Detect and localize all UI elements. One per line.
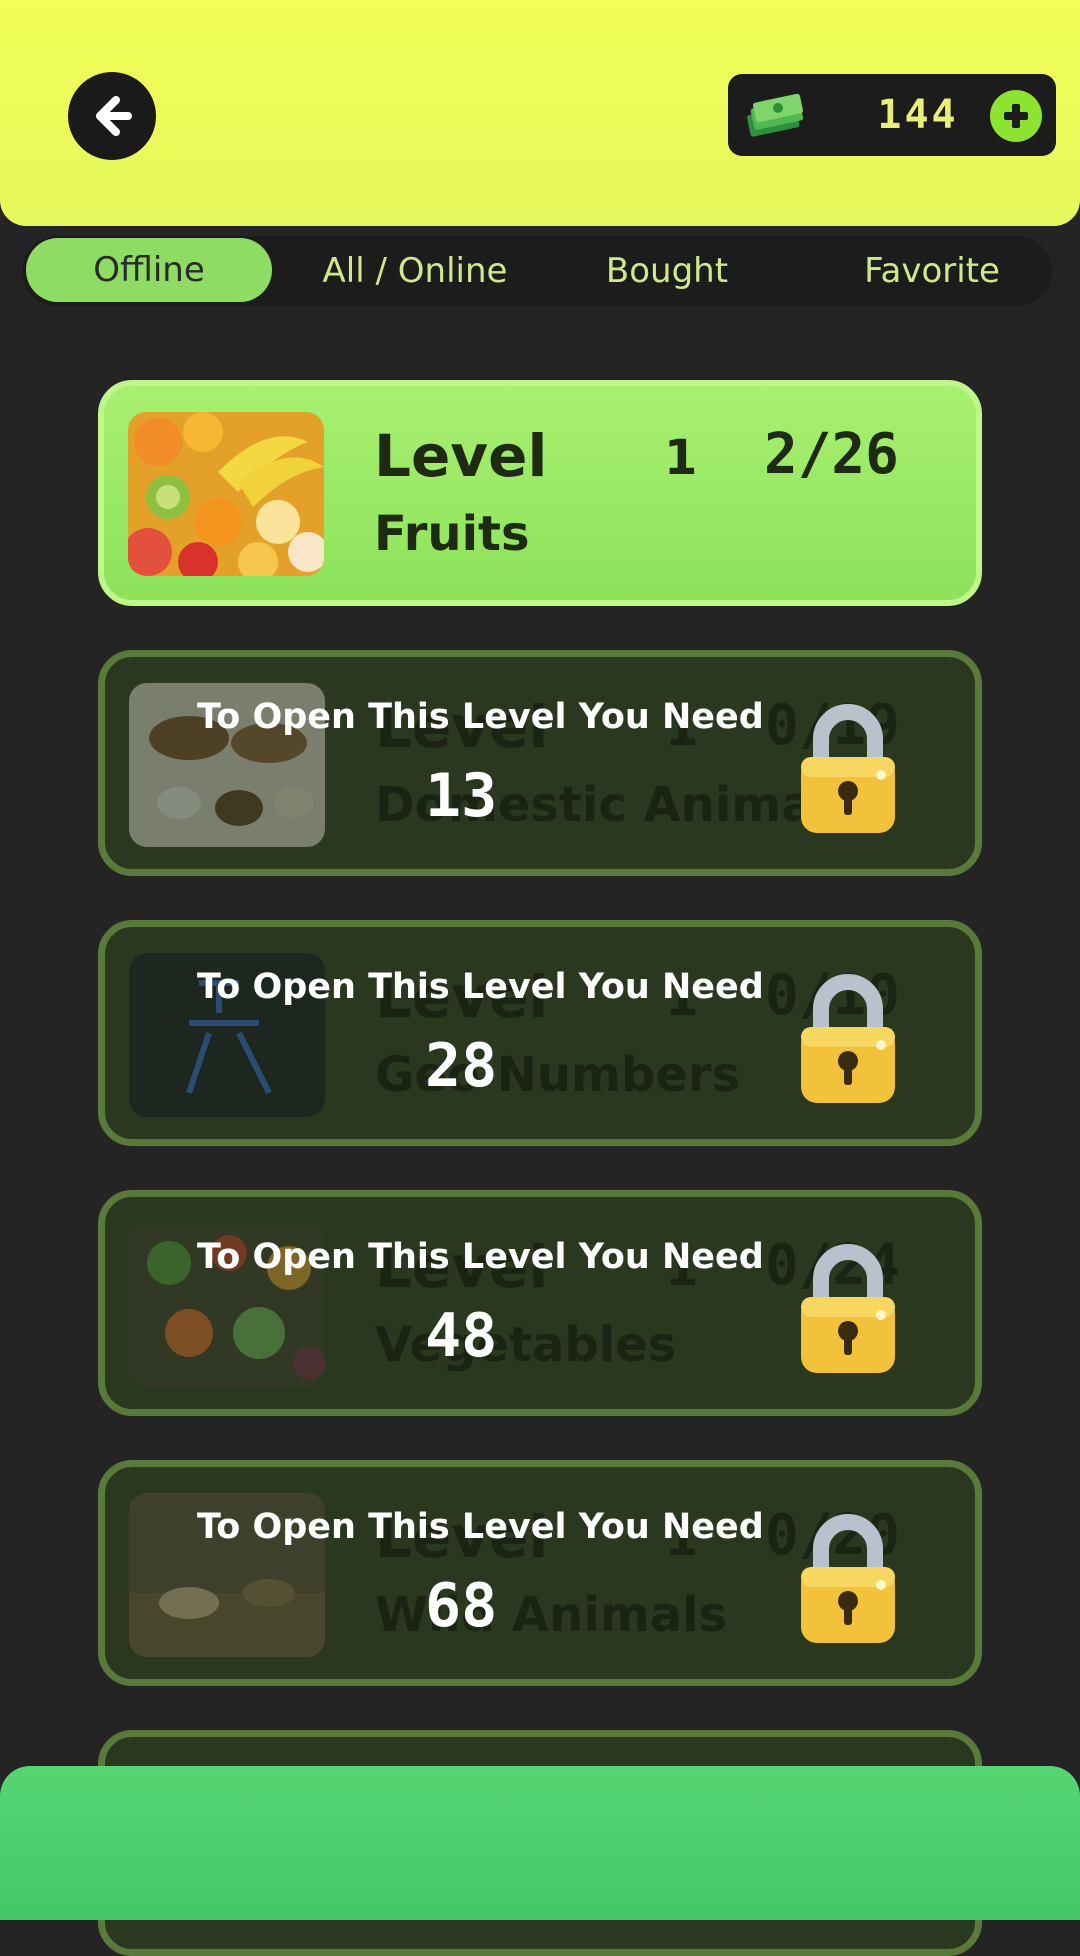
tab-all-online[interactable]: All / Online <box>290 236 540 306</box>
level-card-fruits[interactable]: Level 1 2/26 Fruits <box>98 380 982 606</box>
unlock-requirement-label: To Open This Level You Need <box>197 1507 764 1547</box>
plus-icon <box>1004 104 1028 128</box>
level-number: 1 <box>664 430 698 486</box>
level-label: Level <box>374 422 548 490</box>
currency-amount: 144 <box>877 92 959 138</box>
cash-stack-icon <box>747 93 804 137</box>
level-name: Fruits <box>374 506 530 562</box>
level-progress: 2/26 <box>764 422 899 487</box>
unlock-requirement-count: 13 <box>425 761 498 831</box>
currency-panel: 144 <box>728 74 1056 156</box>
add-currency-button[interactable] <box>990 90 1042 142</box>
padlock-icon <box>801 1244 895 1373</box>
padlock-icon <box>801 974 895 1103</box>
unlock-requirement-count: 68 <box>425 1571 498 1641</box>
bottom-bar <box>0 1766 1080 1920</box>
unlock-requirement-count: 28 <box>425 1031 498 1101</box>
top-bar: 144 <box>0 0 1080 226</box>
unlock-requirement-label: To Open This Level You Need <box>197 697 764 737</box>
fruits-thumbnail <box>128 412 324 576</box>
unlock-requirement-label: To Open This Level You Need <box>197 967 764 1007</box>
arrow-left-icon <box>96 96 132 136</box>
unlock-requirement-count: 48 <box>425 1301 498 1371</box>
level-card-domestic-animals[interactable]: Level 1 0/19 Domestic Animals To Open Th… <box>98 650 982 876</box>
level-name: Vegetables <box>375 1317 677 1373</box>
tab-favorite[interactable]: Favorite <box>822 236 1042 306</box>
unlock-requirement-label: To Open This Level You Need <box>197 1237 764 1277</box>
level-card-vegetables[interactable]: Level 1 0/24 Vegetables To Open This Lev… <box>98 1190 982 1416</box>
back-button[interactable] <box>68 72 156 160</box>
padlock-icon <box>801 1514 895 1643</box>
level-card-numbers[interactable]: Level 1 0/10 Geo Numbers To Open This Le… <box>98 920 982 1146</box>
category-tabs: Offline All / Online Bought Favorite <box>22 236 1052 306</box>
padlock-icon <box>801 704 895 833</box>
tab-bought[interactable]: Bought <box>562 236 772 306</box>
level-card-wild-animals[interactable]: Level 1 0/20 Wild Animals To Open This L… <box>98 1460 982 1686</box>
tab-offline[interactable]: Offline <box>26 238 272 302</box>
